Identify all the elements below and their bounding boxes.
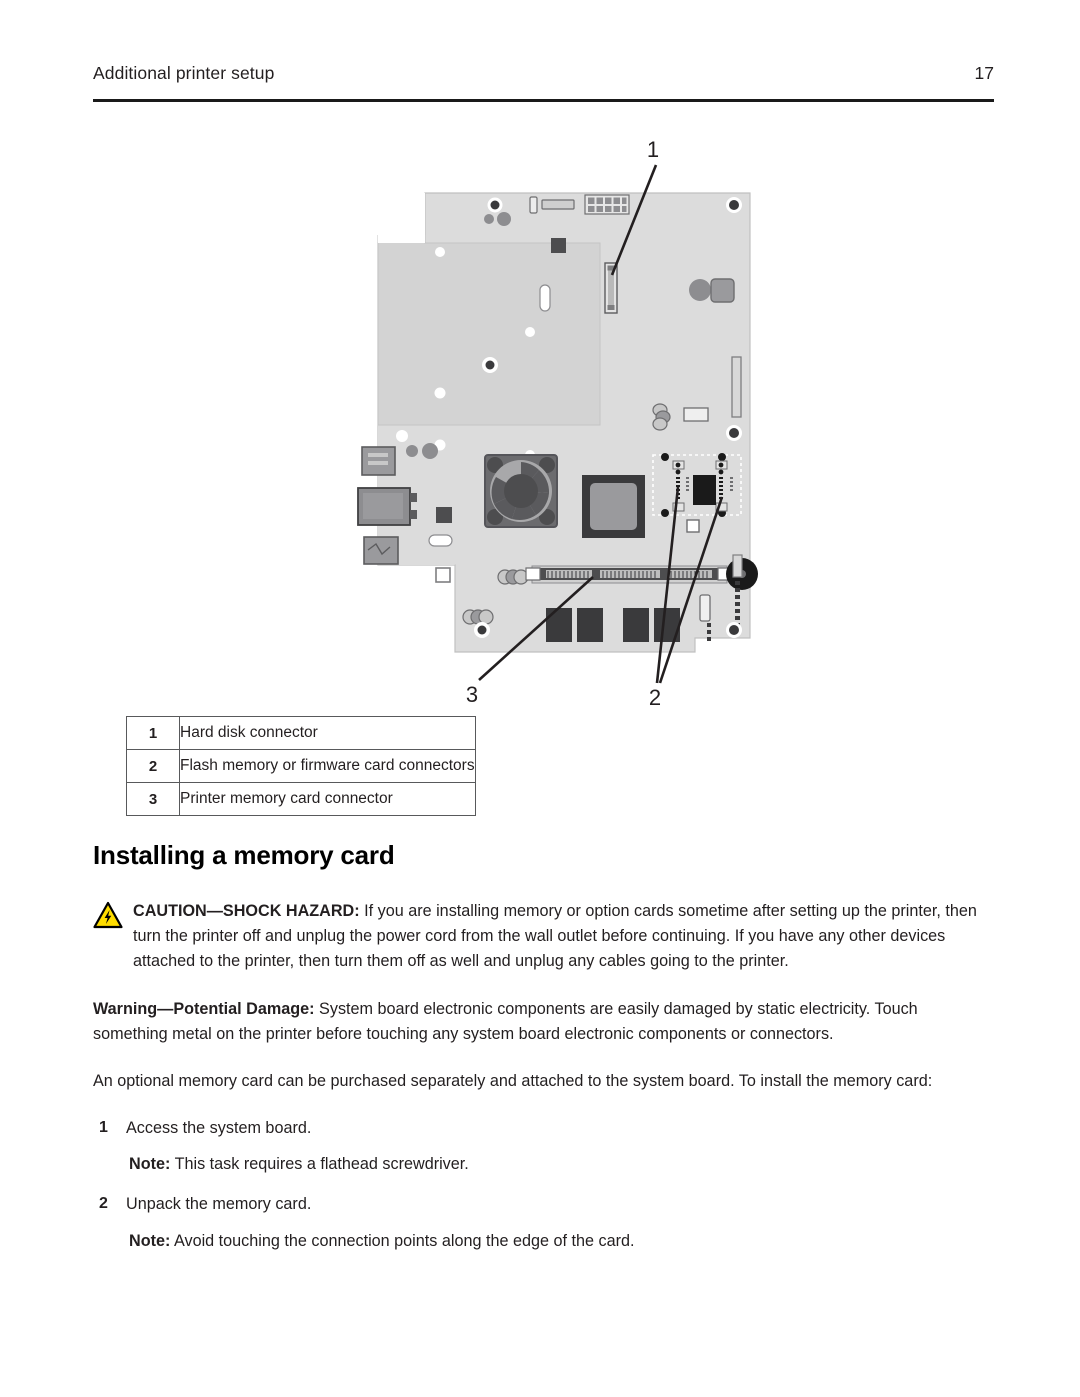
step-note: Note: This task requires a flathead scre… xyxy=(126,1152,996,1176)
pin-header xyxy=(584,194,630,215)
table-row: 3 Printer memory card connector xyxy=(126,782,476,816)
page-number: 17 xyxy=(974,63,994,83)
caution-label: CAUTION—SHOCK HAZARD: xyxy=(133,902,360,920)
caution-shock-hazard-block: CAUTION—SHOCK HAZARD: If you are install… xyxy=(93,899,996,973)
table-row: 1 Hard disk connector xyxy=(126,716,476,750)
header-title: Additional printer setup xyxy=(93,63,275,83)
page-title: Installing a memory card xyxy=(93,840,395,870)
intro-paragraph: An optional memory card can be purchased… xyxy=(93,1071,933,1090)
warning-label: Warning—Potential Damage: xyxy=(93,1000,315,1019)
legend-number: 2 xyxy=(126,749,180,783)
step-note: Note: Avoid touching the connection poin… xyxy=(126,1229,996,1253)
legend-label: Flash memory or firmware card connectors xyxy=(179,749,476,783)
processor-chip xyxy=(582,475,645,538)
legend-number: 1 xyxy=(126,716,180,750)
cooling-fan xyxy=(484,454,558,528)
callout-number-1: 1 xyxy=(647,137,659,162)
legend-label: Printer memory card connector xyxy=(179,782,476,816)
inductor-b xyxy=(462,609,494,625)
note-text: This task requires a flathead screwdrive… xyxy=(170,1154,469,1173)
list-item: 2 Unpack the memory card. Note: Avoid to… xyxy=(93,1192,996,1253)
note-label: Note: xyxy=(129,1154,171,1173)
step-number: 1 xyxy=(99,1118,108,1136)
step-text: Access the system board. xyxy=(126,1118,312,1137)
table-row: 2 Flash memory or firmware card connecto… xyxy=(126,749,476,783)
body-content: Installing a memory card CAUTION—SHOCK H… xyxy=(93,840,996,1269)
step-number: 2 xyxy=(99,1195,108,1213)
warning-triangle-shock-icon xyxy=(93,901,123,929)
page-header: Additional printer setup 17 xyxy=(93,63,994,102)
installation-steps-list: 1 Access the system board. Note: This ta… xyxy=(93,1116,996,1253)
system-board-figure: 1 2 3 xyxy=(350,125,780,705)
list-item: 1 Access the system board. Note: This ta… xyxy=(93,1116,996,1177)
step-text: Unpack the memory card. xyxy=(126,1195,312,1214)
callout-number-3: 3 xyxy=(466,682,478,705)
inductor-a xyxy=(497,569,529,585)
memory-card-slot xyxy=(525,565,735,584)
legend-label: Hard disk connector xyxy=(179,716,476,750)
callout-number-2: 2 xyxy=(649,685,661,705)
legend-number: 3 xyxy=(126,782,180,816)
note-label: Note: xyxy=(129,1231,171,1250)
warning-potential-damage-block: Warning—Potential Damage: System board e… xyxy=(93,997,996,1047)
figure-legend-table: 1 Hard disk connector 2 Flash memory or … xyxy=(126,716,476,816)
note-text: Avoid touching the connection points alo… xyxy=(170,1231,635,1250)
